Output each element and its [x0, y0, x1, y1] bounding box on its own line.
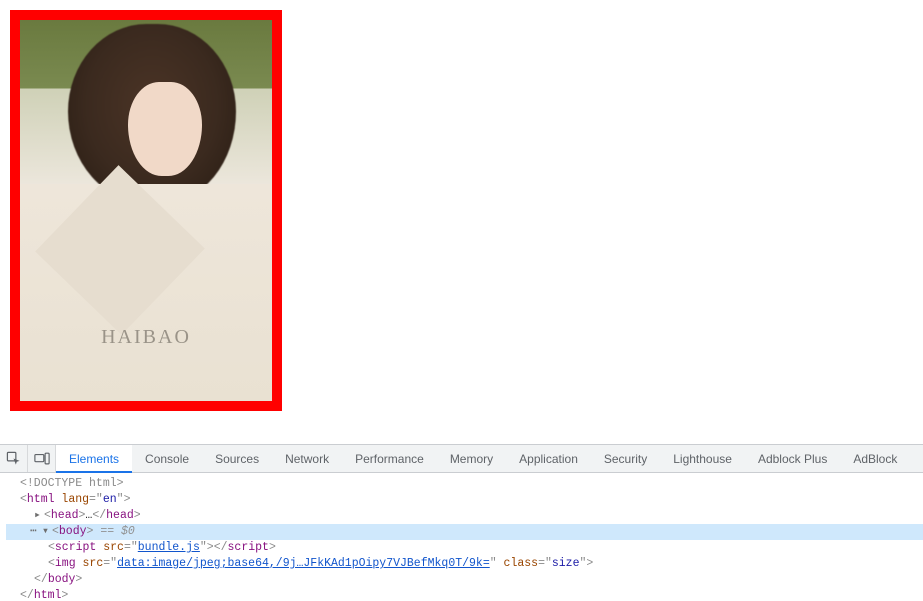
dom-doctype[interactable]: <!DOCTYPE html>	[6, 476, 923, 492]
dom-head[interactable]: ▸<head>…</head>	[6, 508, 923, 524]
dom-html-open[interactable]: <html lang="en">	[6, 492, 923, 508]
devtools-tabstrip: ElementsConsoleSourcesNetworkPerformance…	[0, 445, 923, 473]
tab-lighthouse[interactable]: Lighthouse	[660, 445, 745, 472]
devtools-panel: ElementsConsoleSourcesNetworkPerformance…	[0, 444, 923, 601]
tab-console[interactable]: Console	[132, 445, 202, 472]
dom-body-close[interactable]: </body>	[6, 572, 923, 588]
tab-network[interactable]: Network	[272, 445, 342, 472]
dom-html-close[interactable]: </html>	[6, 588, 923, 601]
elements-dom-tree[interactable]: <!DOCTYPE html><html lang="en">▸<head>…<…	[0, 473, 923, 601]
tab-memory[interactable]: Memory	[437, 445, 506, 472]
tab-elements[interactable]: Elements	[56, 445, 132, 472]
tab-application[interactable]: Application	[506, 445, 591, 472]
dom-body-open[interactable]: ⋯ ▾<body> == $0	[6, 524, 923, 540]
tab-adblock[interactable]: AdBlock	[840, 445, 910, 472]
page-image: HAIBAO	[10, 10, 282, 411]
inspect-element-button[interactable]	[0, 445, 28, 472]
tab-performance[interactable]: Performance	[342, 445, 437, 472]
tab-adblock-plus[interactable]: Adblock Plus	[745, 445, 840, 472]
image-watermark: HAIBAO	[20, 326, 272, 349]
dom-script[interactable]: <script src="bundle.js"></script>	[6, 540, 923, 556]
image-region	[128, 82, 202, 176]
page-viewport: HAIBAO	[0, 0, 923, 444]
tab-sources[interactable]: Sources	[202, 445, 272, 472]
toggle-device-toolbar-button[interactable]	[28, 445, 56, 472]
dom-img[interactable]: <img src="data:image/jpeg;base64,/9j…JFk…	[6, 556, 923, 572]
tab-security[interactable]: Security	[591, 445, 660, 472]
image-content: HAIBAO	[20, 20, 272, 401]
